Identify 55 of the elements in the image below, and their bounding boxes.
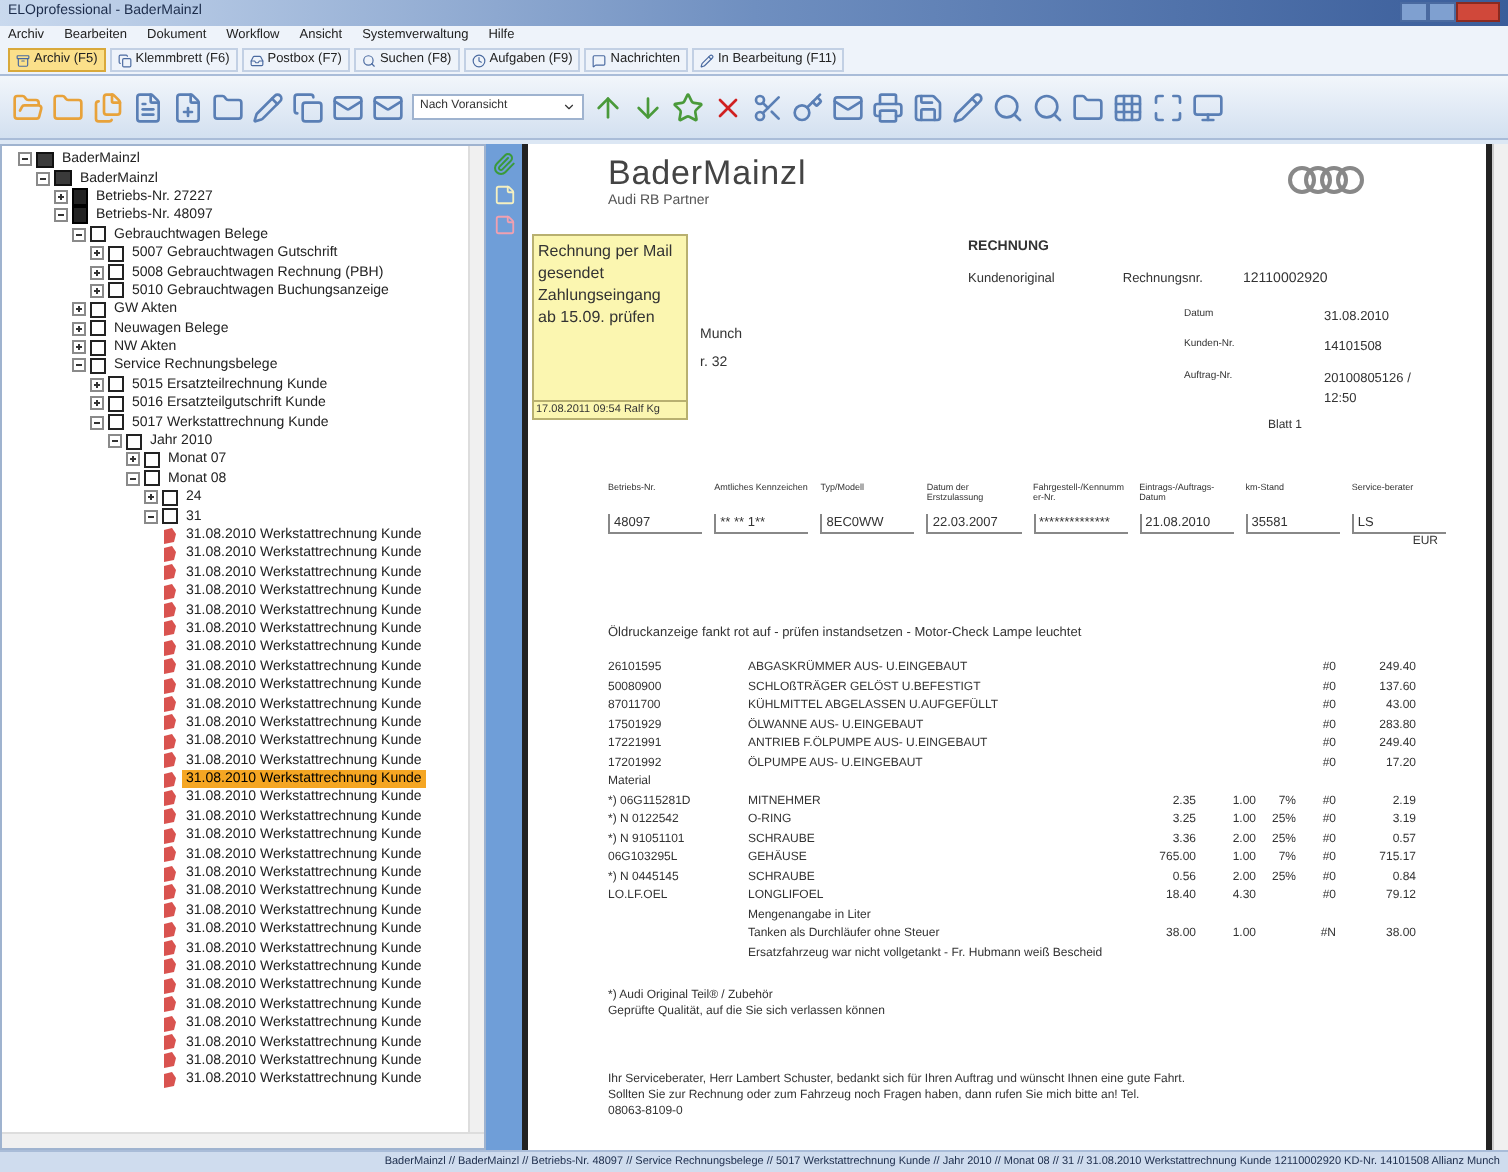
message-icon — [592, 53, 607, 67]
print-icon[interactable] — [872, 91, 904, 123]
star-icon[interactable] — [672, 91, 704, 123]
files-icon[interactable] — [92, 91, 124, 123]
grid-icon[interactable] — [1112, 91, 1144, 123]
inbox-icon — [249, 53, 264, 67]
note-text: Rechnung per Mail gesendet Zahlungseingang ab 15.09. prüfen — [536, 240, 675, 328]
expand-icon[interactable] — [72, 302, 86, 317]
company-name: BaderMainzl — [608, 156, 807, 192]
mail-icon[interactable] — [832, 91, 864, 123]
collapse-icon[interactable] — [90, 415, 104, 430]
collapse-icon[interactable] — [108, 434, 122, 449]
horizontal-scrollbar[interactable] — [2, 1132, 484, 1148]
upload-icon[interactable] — [592, 91, 624, 123]
expand-icon[interactable] — [90, 246, 104, 261]
expand-icon[interactable] — [54, 189, 68, 204]
search-icon — [361, 53, 376, 67]
rings-logo — [1286, 164, 1366, 196]
vertical-scrollbar[interactable] — [468, 146, 484, 1132]
minimize-button[interactable] — [1400, 2, 1428, 22]
collapse-icon[interactable] — [72, 227, 86, 242]
collapse-icon[interactable] — [18, 152, 32, 167]
mail-icon[interactable] — [372, 91, 404, 123]
expand-icon[interactable] — [90, 377, 104, 392]
collapse-icon[interactable] — [126, 471, 140, 486]
monitor-icon[interactable] — [1192, 91, 1224, 123]
paperclip-icon[interactable] — [492, 152, 516, 176]
maximize-button[interactable] — [1428, 2, 1456, 22]
expand-icon[interactable] — [144, 490, 158, 505]
expand-icon[interactable] — [90, 265, 104, 280]
cut-icon[interactable] — [752, 91, 784, 123]
pencil-icon[interactable] — [252, 91, 284, 123]
download-icon[interactable] — [632, 91, 664, 123]
collapse-icon[interactable] — [72, 358, 86, 373]
collapse-icon[interactable] — [54, 208, 68, 223]
collapse-icon[interactable] — [144, 509, 158, 524]
close-button[interactable] — [1456, 2, 1500, 22]
expand-icon[interactable] — [72, 321, 86, 336]
search-icon[interactable] — [1032, 91, 1064, 123]
pencil-icon[interactable] — [952, 91, 984, 123]
expand-icon[interactable] — [90, 396, 104, 411]
mail-icon[interactable] — [332, 91, 364, 123]
collapse-icon[interactable] — [36, 171, 50, 186]
expand-icon[interactable] — [72, 340, 86, 355]
clock-icon — [471, 53, 486, 67]
pencil-icon — [699, 53, 714, 67]
expand-icon[interactable] — [90, 283, 104, 298]
save-icon[interactable] — [912, 91, 944, 123]
key-icon[interactable] — [792, 91, 824, 123]
search-icon[interactable] — [992, 91, 1024, 123]
expand-icon[interactable] — [126, 452, 140, 467]
document-scrollbar[interactable] — [1492, 144, 1508, 1150]
new-document-icon[interactable] — [172, 91, 204, 123]
copy-icon[interactable] — [292, 91, 324, 123]
caret-icon — [562, 100, 576, 114]
